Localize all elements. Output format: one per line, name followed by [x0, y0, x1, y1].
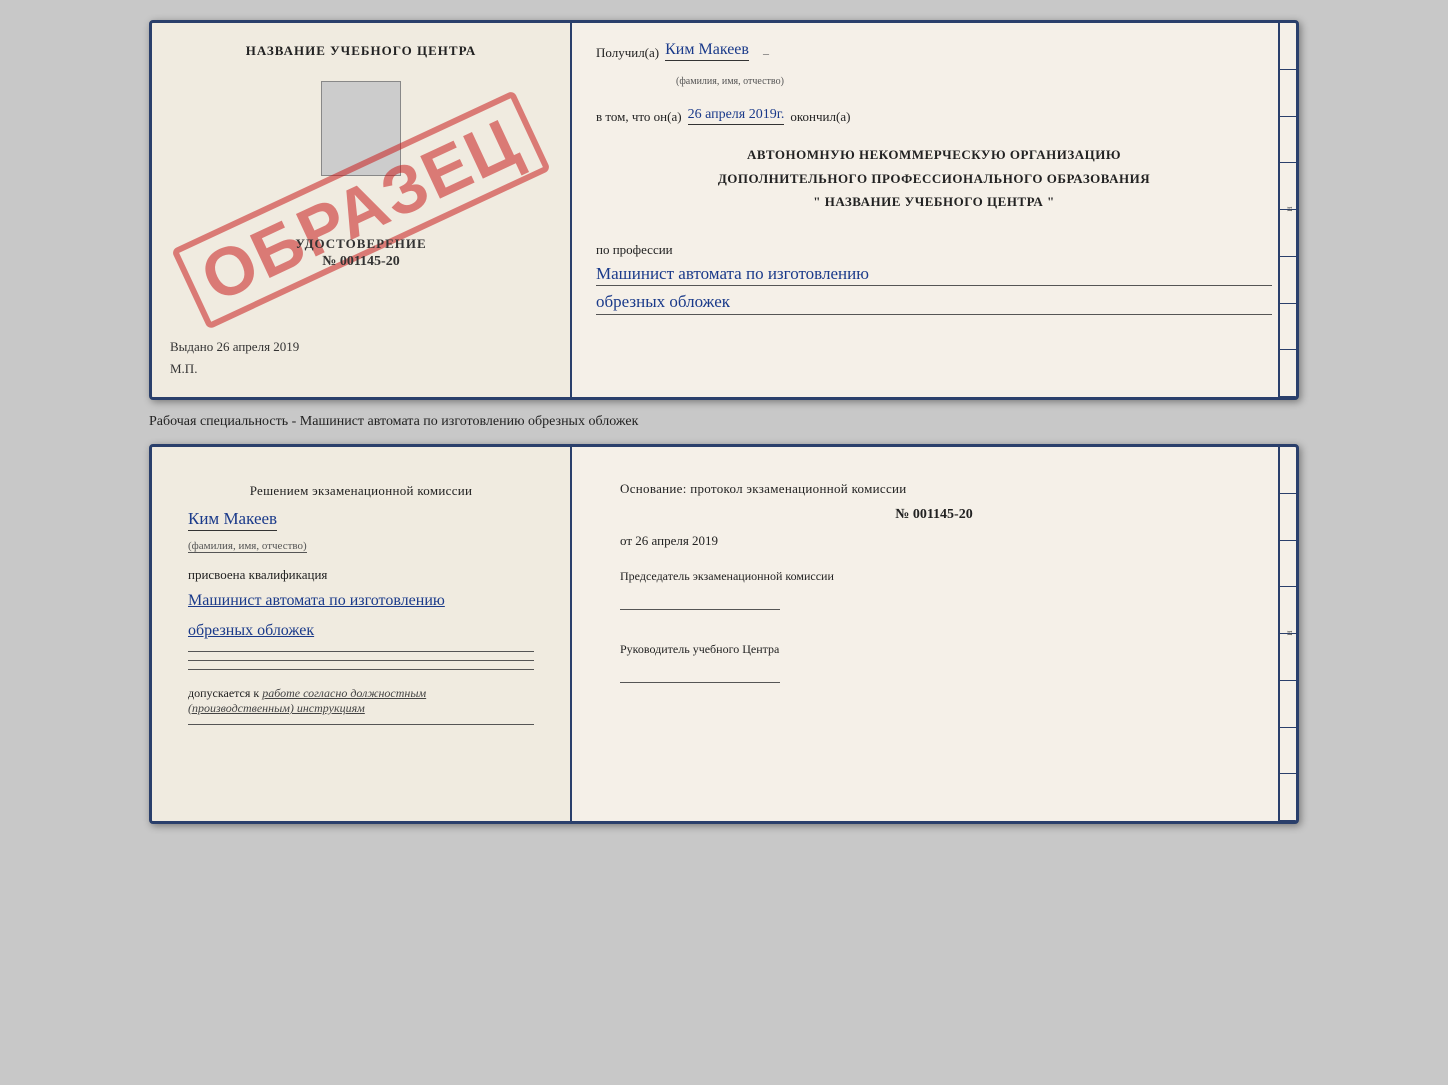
allowed-label: допускается к	[188, 686, 259, 700]
side-bar-b5	[1280, 634, 1296, 681]
underline-3	[188, 669, 534, 670]
side-bar-4	[1280, 163, 1296, 210]
profession-label-top: по профессии	[596, 242, 1272, 258]
fio-label-bottom: (фамилия, имя, отчество)	[188, 540, 307, 553]
side-bar-7	[1280, 304, 1296, 351]
assigned-label: присвоена квалификация	[188, 567, 534, 583]
side-label-and: и	[1286, 207, 1296, 214]
protocol-number: № 001145-20	[620, 507, 1248, 523]
profession-value-line1-top: Машинист автомата по изготовлению	[596, 262, 1272, 287]
protocol-date-prefix: от	[620, 533, 632, 548]
underline-2	[188, 660, 534, 661]
side-bar-2	[1280, 70, 1296, 117]
chairman-signature-line	[620, 609, 780, 610]
side-bars-right-top: и	[1278, 23, 1296, 397]
org-line3: " НАЗВАНИЕ УЧЕБНОГО ЦЕНТРА "	[596, 192, 1272, 212]
received-label: Получил(а)	[596, 45, 659, 61]
udost-label: УДОСТОВЕРЕНИЕ	[295, 236, 426, 252]
mp-label: М.П.	[170, 361, 197, 377]
org-line1: АВТОНОМНУЮ НЕКОММЕРЧЕСКУЮ ОРГАНИЗАЦИЮ	[596, 145, 1272, 165]
side-bar-6	[1280, 257, 1296, 304]
top-left-panel: НАЗВАНИЕ УЧЕБНОГО ЦЕНТРА ОБРАЗЕЦ УДОСТОВ…	[152, 23, 572, 397]
bottom-left-content: Решением экзаменационной комиссии Ким Ма…	[170, 467, 552, 741]
side-bar-b8	[1280, 774, 1296, 821]
top-certificate-card: НАЗВАНИЕ УЧЕБНОГО ЦЕНТРА ОБРАЗЕЦ УДОСТОВ…	[149, 20, 1299, 400]
side-bar-b7	[1280, 728, 1296, 775]
side-bar-b2	[1280, 494, 1296, 541]
center-head-label: Руководитель учебного Центра	[620, 642, 1248, 657]
chairman-block: Председатель экзаменационной комиссии	[620, 569, 1248, 614]
profession-line1-bottom: Машинист автомата по изготовлению	[188, 589, 534, 613]
center-head-signature-line	[620, 682, 780, 683]
side-bar-b1	[1280, 447, 1296, 494]
side-label-and-bottom: и	[1286, 631, 1296, 638]
side-bar-b6	[1280, 681, 1296, 728]
received-name: Ким Макеев	[665, 41, 749, 61]
in-that-row: в том, что он(а) 26 апреля 2019г. окончи…	[596, 107, 1272, 125]
basis-label: Основание: протокол экзаменационной коми…	[620, 481, 1248, 497]
org-line2: ДОПОЛНИТЕЛЬНОГО ПРОФЕССИОНАЛЬНОГО ОБРАЗО…	[596, 169, 1272, 189]
vydano-label: Выдано	[170, 339, 213, 354]
person-name-bottom: Ким Макеев	[188, 509, 277, 531]
bottom-right-content: Основание: протокол экзаменационной коми…	[596, 465, 1272, 703]
completion-date: 26 апреля 2019г.	[688, 107, 785, 125]
profession-line2-bottom: обрезных обложек	[188, 619, 534, 643]
in-that-label: в том, что он(а)	[596, 109, 682, 125]
received-row: Получил(а) Ким Макеев –	[596, 41, 1272, 61]
protocol-date-row: от 26 апреля 2019	[620, 533, 1248, 549]
vydano-block: Выдано 26 апреля 2019	[170, 329, 299, 355]
section-title-bottom: Решением экзаменационной комиссии	[188, 483, 534, 499]
chairman-label: Председатель экзаменационной комиссии	[620, 569, 1248, 584]
side-bar-5	[1280, 210, 1296, 257]
fio-label-top: (фамилия, имя, отчество)	[676, 76, 784, 87]
side-bar-8	[1280, 350, 1296, 397]
side-bar-3	[1280, 117, 1296, 164]
caption-text: Рабочая специальность - Машинист автомат…	[149, 410, 1299, 434]
school-title-top: НАЗВАНИЕ УЧЕБНОГО ЦЕНТРА	[246, 43, 477, 59]
center-head-block: Руководитель учебного Центра	[620, 642, 1248, 687]
profession-block-top: по профессии Машинист автомата по изгото…	[596, 234, 1272, 316]
allowed-block: допускается к работе согласно должностны…	[188, 686, 534, 716]
top-right-panel: Получил(а) Ким Макеев – (фамилия, имя, о…	[572, 23, 1296, 397]
underline-4	[188, 724, 534, 725]
finished-label: окончил(а)	[790, 109, 850, 125]
protocol-date: 26 апреля 2019	[635, 533, 718, 548]
bottom-right-panel: Основание: протокол экзаменационной коми…	[572, 447, 1296, 821]
side-bar-b3	[1280, 541, 1296, 588]
udost-number: № 001145-20	[295, 254, 426, 270]
profession-value-line2-top: обрезных обложек	[596, 290, 1272, 315]
photo-placeholder	[321, 81, 401, 176]
side-bar-b4	[1280, 587, 1296, 634]
side-bars-right-bottom: и	[1278, 447, 1296, 821]
bottom-left-panel: Решением экзаменационной комиссии Ким Ма…	[152, 447, 572, 821]
vydano-date: 26 апреля 2019	[217, 339, 300, 354]
side-bar-1	[1280, 23, 1296, 70]
underline-1	[188, 651, 534, 652]
bottom-certificate-card: Решением экзаменационной комиссии Ким Ма…	[149, 444, 1299, 824]
document-container: НАЗВАНИЕ УЧЕБНОГО ЦЕНТРА ОБРАЗЕЦ УДОСТОВ…	[20, 20, 1428, 824]
udost-block: УДОСТОВЕРЕНИЕ № 001145-20	[295, 236, 426, 270]
org-block: АВТОНОМНУЮ НЕКОММЕРЧЕСКУЮ ОРГАНИЗАЦИЮ ДО…	[596, 141, 1272, 216]
